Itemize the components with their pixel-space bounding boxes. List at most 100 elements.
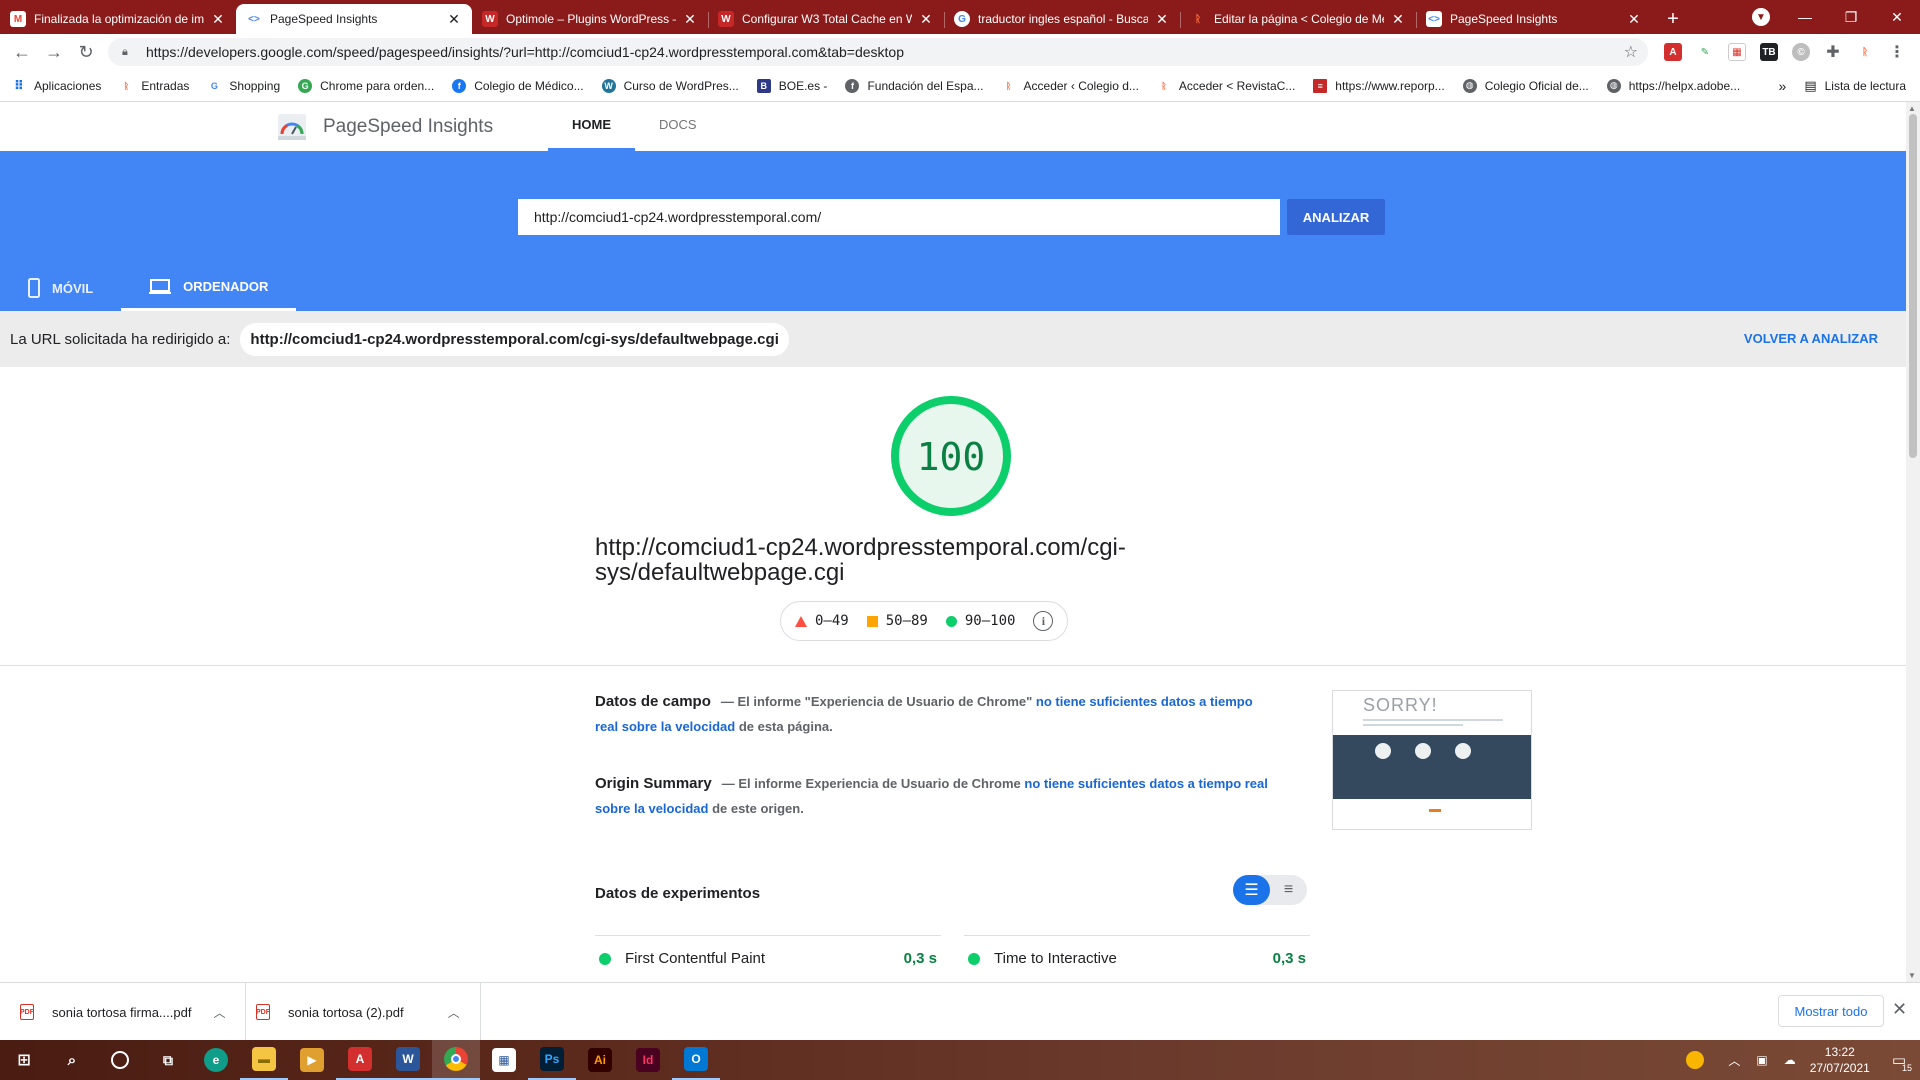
bookmark-item[interactable]: B BOE.es - bbox=[756, 78, 827, 93]
bookmark-item[interactable]: ᚱ Acceder ‹ Colegio d... bbox=[1002, 79, 1139, 93]
acrobat-icon[interactable]: A bbox=[336, 1040, 384, 1080]
status-dot-icon[interactable] bbox=[1686, 1051, 1705, 1069]
browser-tab[interactable]: ᚱ Editar la página < Colegio de Mé ✕ bbox=[1180, 4, 1416, 34]
cloud-icon[interactable]: ☁ bbox=[1784, 1053, 1796, 1067]
outlook-icon[interactable]: O bbox=[672, 1040, 720, 1080]
close-icon[interactable]: ✕ bbox=[682, 11, 698, 28]
pen-extension-icon[interactable]: ✎ bbox=[1696, 43, 1714, 61]
page-screenshot-thumbnail: SORRY! bbox=[1332, 690, 1532, 830]
bookmark-item[interactable]: ᚱ Acceder < RevistaC... bbox=[1157, 79, 1295, 93]
tab-desktop[interactable]: ORDENADOR bbox=[121, 265, 297, 311]
close-icon[interactable]: ✕ bbox=[1892, 999, 1907, 1020]
scrollbar-thumb[interactable] bbox=[1909, 114, 1917, 458]
bookmark-item[interactable]: ᚱ Entradas bbox=[119, 79, 190, 93]
search-icon[interactable]: ⌕ bbox=[48, 1040, 96, 1080]
bookmark-item[interactable]: G Chrome para orden... bbox=[298, 78, 434, 93]
bookmark-item[interactable]: ◍ Colegio Oficial de... bbox=[1462, 78, 1589, 93]
show-all-downloads-button[interactable]: Mostrar todo bbox=[1778, 995, 1884, 1027]
browser-tab[interactable]: <> PageSpeed Insights ✕ bbox=[1416, 4, 1652, 34]
reload-icon[interactable]: ↻ bbox=[70, 42, 102, 63]
page-scrollbar[interactable]: ▲ ▼ bbox=[1906, 102, 1920, 982]
close-icon[interactable]: ✕ bbox=[1390, 11, 1406, 28]
bookmark-item[interactable]: ⠿ Aplicaciones bbox=[12, 78, 101, 93]
minimize-icon[interactable]: — bbox=[1782, 9, 1828, 25]
analyze-button[interactable]: ANALIZAR bbox=[1287, 199, 1385, 235]
play-icon: ▶ bbox=[300, 1048, 324, 1072]
address-bar[interactable]: 🔒︎ https://developers.google.com/speed/p… bbox=[108, 38, 1648, 66]
download-item[interactable]: PDF sonia tortosa firma....pdf ︿ bbox=[0, 983, 247, 1041]
nav-home-tab[interactable]: HOME bbox=[548, 102, 635, 151]
restore-icon[interactable]: ❐ bbox=[1828, 9, 1874, 26]
windows-start-icon[interactable]: ⊞ bbox=[0, 1040, 48, 1080]
scroll-down-icon[interactable]: ▼ bbox=[1908, 971, 1916, 980]
laptop-icon bbox=[149, 278, 172, 294]
bookmark-label: Fundación del Espa... bbox=[867, 78, 984, 93]
origin-summary-outro: de este origen. bbox=[712, 801, 804, 816]
browser-tab[interactable]: M Finalizada la optimización de im ✕ bbox=[0, 4, 236, 34]
chevron-up-icon[interactable]: ︿ bbox=[448, 1004, 460, 1021]
scroll-up-icon[interactable]: ▲ bbox=[1908, 104, 1916, 113]
word-icon[interactable]: W bbox=[384, 1040, 432, 1080]
close-icon[interactable]: ✕ bbox=[446, 11, 462, 28]
close-icon[interactable]: ✕ bbox=[1154, 11, 1170, 28]
close-icon[interactable]: ✕ bbox=[1626, 11, 1642, 28]
browser-tab[interactable]: W Optimole – Plugins WordPress – ✕ bbox=[472, 4, 708, 34]
edge-icon[interactable]: e bbox=[192, 1040, 240, 1080]
tab-mobile[interactable]: MÓVIL bbox=[0, 265, 121, 311]
calendar-extension-icon[interactable]: ▦ bbox=[1728, 43, 1746, 61]
close-icon[interactable]: ✕ bbox=[210, 11, 226, 28]
indesign-icon[interactable]: Id bbox=[624, 1040, 672, 1080]
tab-search-icon[interactable]: ▼ bbox=[1752, 8, 1770, 26]
circle-extension-icon[interactable]: © bbox=[1792, 43, 1810, 61]
puzzle-extension-icon[interactable]: ✚ bbox=[1824, 43, 1842, 61]
file-explorer-icon[interactable]: ▬ bbox=[240, 1040, 288, 1080]
info-icon[interactable]: i bbox=[1033, 611, 1054, 631]
address-url[interactable]: https://developers.google.com/speed/page… bbox=[146, 44, 904, 60]
bookmark-item[interactable]: f Colegio de Médico... bbox=[452, 78, 584, 93]
chevron-up-icon[interactable]: ︿ bbox=[213, 1004, 225, 1021]
tab-extension-icon[interactable]: TB bbox=[1760, 43, 1778, 61]
list-view-icon[interactable]: ≡ bbox=[1270, 875, 1307, 905]
field-data-intro: — El informe "Experiencia de Usuario de … bbox=[720, 694, 1033, 709]
chevron-up-icon[interactable]: ︿ bbox=[1728, 1052, 1740, 1069]
close-window-icon[interactable]: ✕ bbox=[1874, 9, 1920, 26]
origin-summary-title: Origin Summary bbox=[595, 775, 712, 792]
bookmarks-more-button[interactable]: » bbox=[1779, 78, 1787, 94]
illustrator-icon[interactable]: Ai bbox=[576, 1040, 624, 1080]
photoshop-icon[interactable]: Ps bbox=[528, 1040, 576, 1080]
new-tab-button[interactable]: + bbox=[1658, 4, 1688, 34]
bookmark-item[interactable]: W Curso de WordPres... bbox=[601, 78, 739, 93]
bookmark-star-icon[interactable]: ☆ bbox=[1624, 42, 1638, 62]
browser-tab[interactable]: W Configurar W3 Total Cache en W ✕ bbox=[708, 4, 944, 34]
browser-tab-active[interactable]: <> PageSpeed Insights ✕ bbox=[236, 4, 472, 34]
bookmark-item[interactable]: f Fundación del Espa... bbox=[845, 78, 984, 93]
bookmark-item[interactable]: ≡ https://www.reporp... bbox=[1313, 78, 1445, 93]
close-icon[interactable]: ✕ bbox=[918, 11, 934, 28]
pdf-file-icon: PDF bbox=[20, 1004, 34, 1020]
url-input[interactable] bbox=[518, 199, 1280, 235]
forward-icon[interactable]: → bbox=[38, 42, 70, 63]
summary-view-icon[interactable]: ☰ bbox=[1233, 875, 1270, 905]
device-icon[interactable]: ▣ bbox=[1756, 1053, 1767, 1067]
cortana-icon[interactable] bbox=[96, 1040, 144, 1080]
chrome-icon[interactable] bbox=[432, 1040, 480, 1080]
nav-docs-tab[interactable]: DOCS bbox=[635, 102, 721, 151]
download-item[interactable]: PDF sonia tortosa (2).pdf ︿ bbox=[236, 983, 481, 1041]
colegio-extension-icon[interactable]: ᚱ bbox=[1856, 43, 1874, 61]
store-bag-icon: ▦ bbox=[492, 1048, 516, 1072]
back-icon[interactable]: ← bbox=[6, 42, 38, 63]
task-view-icon[interactable]: ⧉ bbox=[144, 1040, 192, 1080]
browser-tab[interactable]: G traductor ingles español - Busca ✕ bbox=[944, 4, 1180, 34]
store-icon[interactable]: ▦ bbox=[480, 1040, 528, 1080]
bookmark-item[interactable]: G Shopping bbox=[207, 79, 280, 93]
media-player-icon[interactable]: ▶ bbox=[288, 1040, 336, 1080]
square-icon bbox=[866, 615, 878, 627]
lock-icon[interactable]: 🔒︎ bbox=[122, 46, 134, 58]
reanalyze-button[interactable]: VOLVER A ANALIZAR bbox=[1744, 331, 1878, 346]
system-clock[interactable]: 13:22 27/07/2021 bbox=[1810, 1044, 1870, 1076]
reading-list-button[interactable]: Lista de lectura bbox=[1825, 79, 1906, 93]
acrobat-extension-icon[interactable]: A bbox=[1664, 43, 1682, 61]
bookmark-item[interactable]: ◍ https://helpx.adobe... bbox=[1606, 78, 1740, 93]
notifications-icon[interactable]: ▭ 15 bbox=[1892, 1051, 1912, 1073]
menu-kebab-icon[interactable]: ⋮ bbox=[1888, 43, 1906, 61]
